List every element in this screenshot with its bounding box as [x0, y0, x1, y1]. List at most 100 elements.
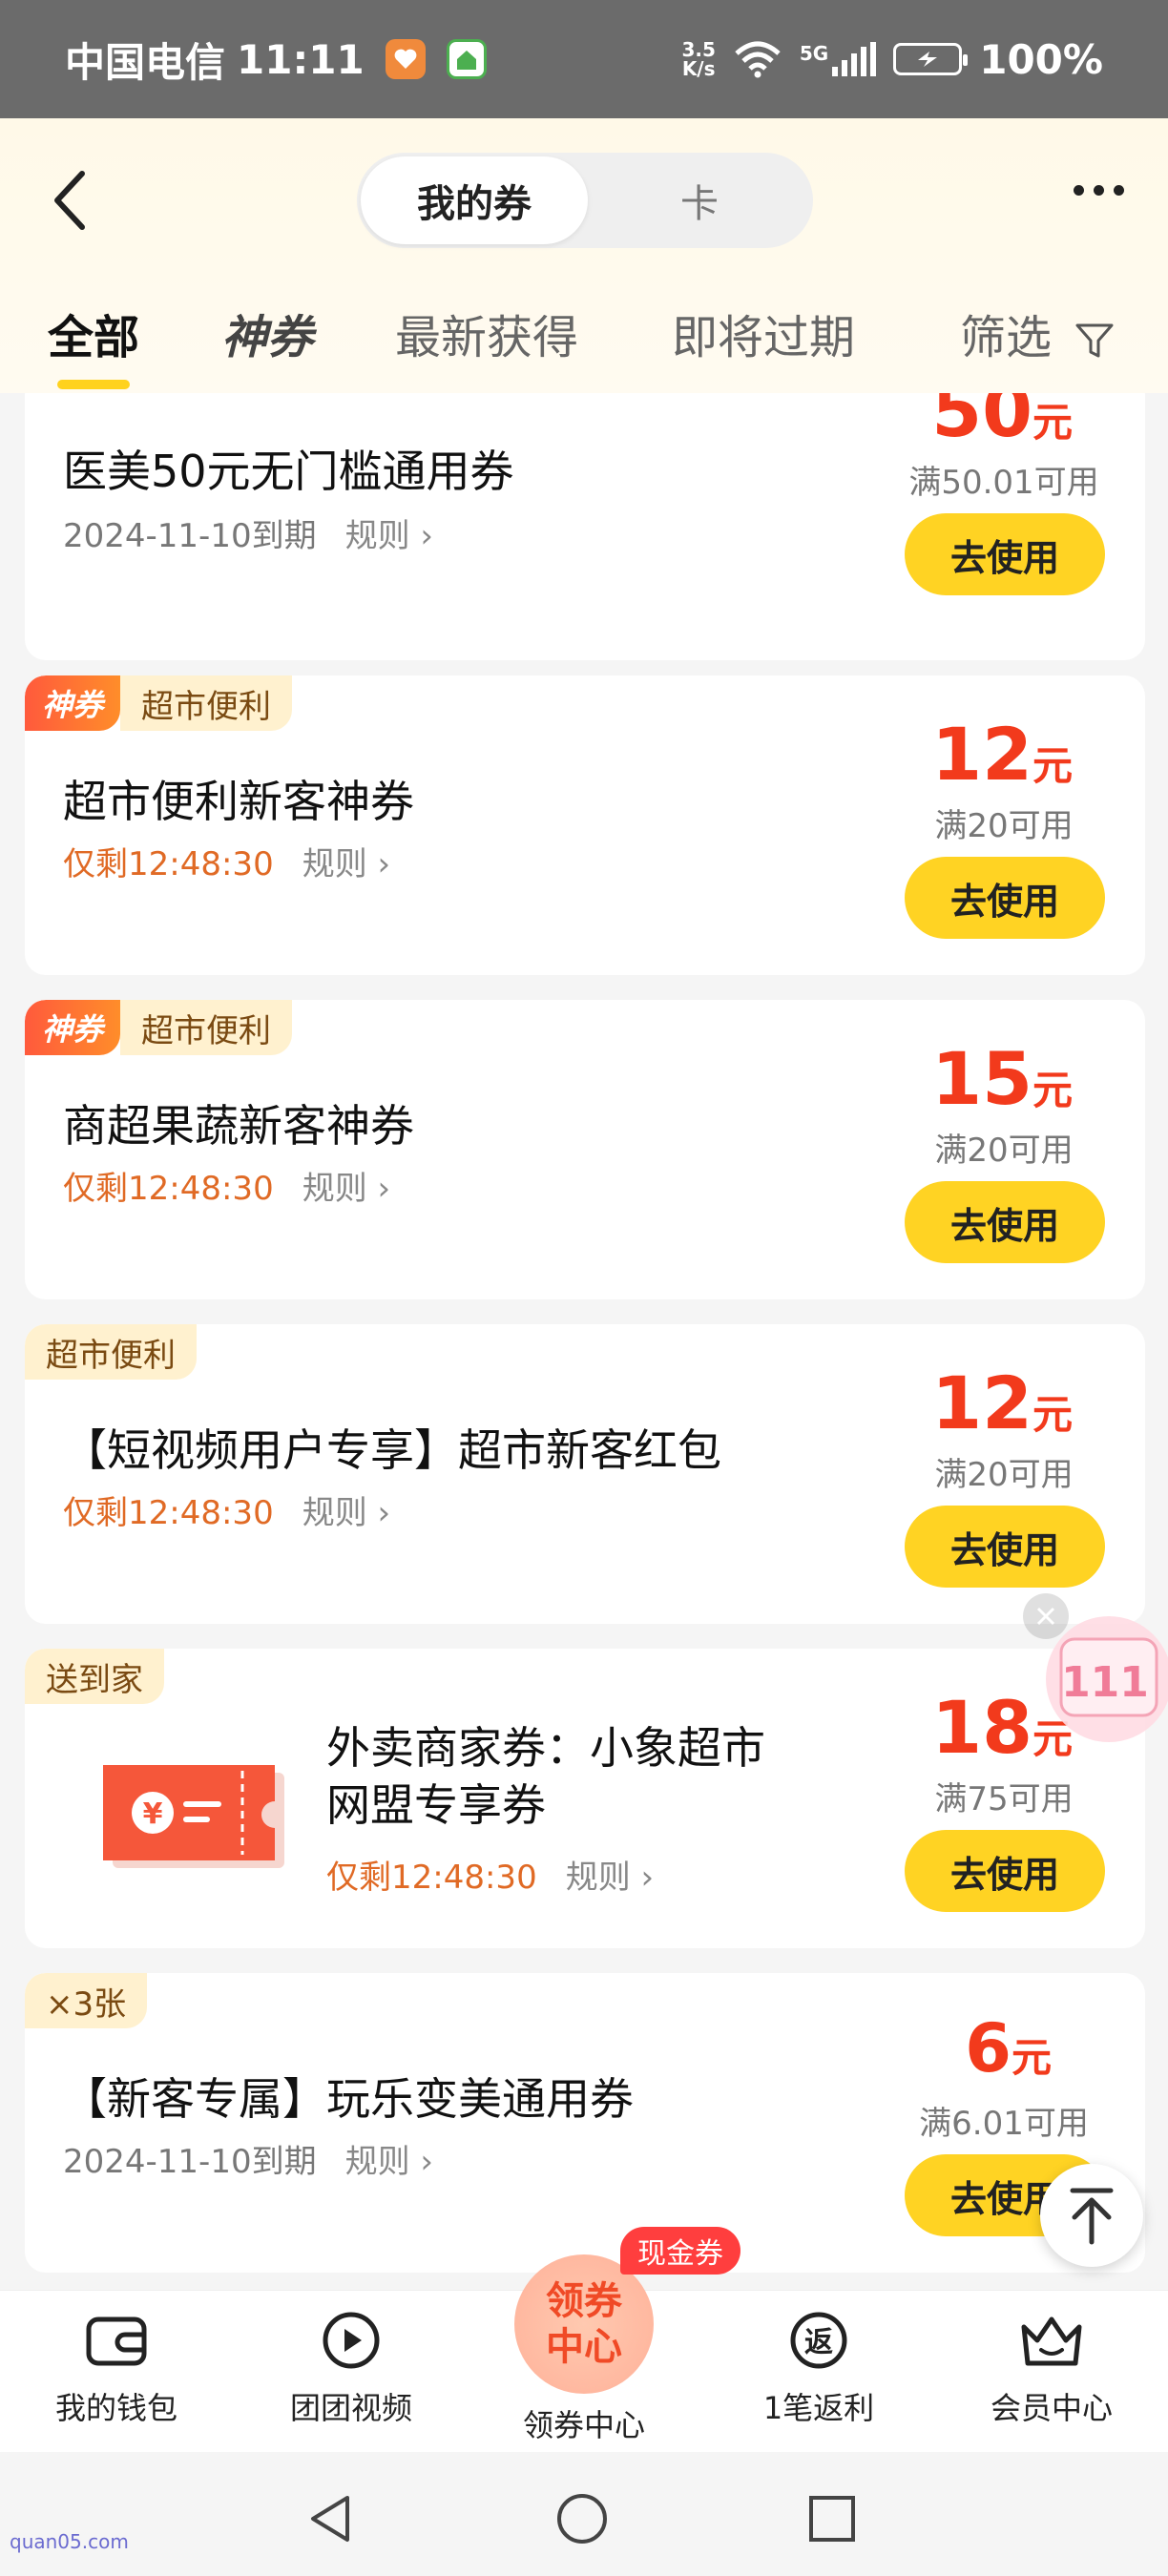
coupon-title: 外卖商家券：小象超市: [326, 1722, 765, 1774]
crown-icon: [1021, 2316, 1082, 2366]
coupon-condition: 满20可用: [934, 807, 1074, 845]
coupon-title: 超市便利新客神券: [63, 776, 414, 827]
coupon-card[interactable]: ×3张 【新客专属】玩乐变美通用券 2024-11-10到期 规则 › 6元 满…: [25, 1973, 1145, 2273]
notification-house-icon: [446, 39, 487, 79]
price-value: 15: [931, 1036, 1032, 1121]
nav-member[interactable]: 会员中心: [956, 2310, 1147, 2428]
coupon-condition: 满50.01可用: [908, 464, 1099, 502]
nav-label: 我的钱包: [54, 2390, 177, 2426]
coupon-price: 12元: [931, 1361, 1073, 1445]
coupon-price: 15元: [931, 1036, 1073, 1121]
system-home-icon[interactable]: [553, 2490, 611, 2547]
category-tag: 超市便利: [25, 1324, 197, 1380]
coupon-tags: 神券 超市便利: [25, 1000, 293, 1055]
rule-link[interactable]: 规则 ›: [345, 509, 433, 556]
battery-charging-icon: [893, 43, 969, 75]
coupon-tags: 送到家: [25, 1649, 164, 1704]
category-tag: 送到家: [25, 1649, 164, 1704]
takeout-ticket-icon: ¥: [103, 1765, 284, 1868]
more-options-icon[interactable]: [1074, 185, 1124, 196]
coupon-condition: 满20可用: [934, 1456, 1074, 1494]
coupon-card[interactable]: 医美50元无门槛通用券 2024-11-10到期 规则 › 50元 满50.01…: [25, 393, 1145, 660]
use-coupon-button[interactable]: 去使用: [905, 1181, 1105, 1263]
coupon-card[interactable]: 神券 超市便利 超市便利新客神券 仅剩12:48:30 规则 › 12元 满20…: [25, 675, 1145, 975]
status-right: 3.5 K/s 5G 100%: [681, 36, 1103, 83]
signal-bars-icon: [832, 42, 877, 76]
clock: 11:11: [237, 35, 365, 83]
coupon-title: 【短视频用户专享】超市新客红包: [63, 1424, 721, 1476]
segment-my-coupons[interactable]: 我的券: [361, 156, 588, 244]
nav-label: 会员中心: [990, 2390, 1113, 2426]
cell-signal: 5G: [799, 42, 877, 76]
price-unit: 元: [1032, 742, 1073, 789]
coupon-condition: 满20可用: [934, 1132, 1074, 1170]
nav-coupon-center[interactable]: 领券 中心 领券中心: [506, 2254, 662, 2445]
use-coupon-button[interactable]: 去使用: [905, 1506, 1105, 1588]
back-to-top-button[interactable]: [1040, 2164, 1143, 2267]
coupon-card[interactable]: 超市便利 【短视频用户专享】超市新客红包 仅剩12:48:30 规则 › 12元…: [25, 1324, 1145, 1624]
watermark: quan05.com: [10, 2530, 129, 2553]
tab-latest[interactable]: 最新获得: [395, 300, 578, 366]
tab-all[interactable]: 全部: [48, 300, 139, 389]
countdown-timer: 仅剩12:48:30: [63, 1494, 274, 1532]
use-coupon-button[interactable]: 去使用: [905, 857, 1105, 939]
coupon-tags: 神券 超市便利: [25, 675, 293, 731]
coupon-meta: 2024-11-10到期 规则 ›: [63, 509, 433, 556]
system-back-icon[interactable]: [303, 2490, 361, 2547]
coupon-condition: 满6.01可用: [919, 2105, 1089, 2143]
coupon-title: 【新客专属】玩乐变美通用券: [63, 2073, 634, 2125]
coupon-center-icon-line1: 领券: [546, 2279, 622, 2323]
nav-rebate[interactable]: 返 1笔返利: [723, 2310, 914, 2428]
tab-filter[interactable]: 筛选: [960, 300, 1116, 366]
coupon-card[interactable]: 神券 超市便利 商超果蔬新客神券 仅剩12:48:30 规则 › 15元 满20…: [25, 1000, 1145, 1299]
battery-level: 100%: [979, 35, 1103, 83]
nav-label: 团团视频: [289, 2390, 412, 2426]
coupon-center-icon-line2: 中心: [546, 2325, 622, 2369]
price-unit: 元: [1011, 2034, 1052, 2081]
rule-link[interactable]: 规则 ›: [302, 838, 390, 884]
coupon-price: 6元: [965, 2009, 1052, 2088]
rule-link[interactable]: 规则 ›: [345, 2135, 433, 2182]
tab-filter-label: 筛选: [960, 311, 1053, 364]
nav-video[interactable]: 团团视频: [256, 2310, 447, 2428]
arrow-up-icon: [1070, 2188, 1114, 2245]
category-tag: 超市便利: [120, 675, 293, 731]
rule-link[interactable]: 规则 ›: [302, 1486, 390, 1533]
tab-expiring[interactable]: 即将过期: [672, 300, 855, 366]
rule-label: 规则: [302, 845, 367, 883]
system-recents-icon[interactable]: [803, 2490, 861, 2547]
play-icon: [323, 2312, 380, 2369]
network-type: 5G: [799, 42, 829, 65]
back-arrow-icon: [54, 171, 85, 230]
coupon-card[interactable]: 送到家 ¥ 外卖商家券：小象超市 网盟专享券 仅剩12:48:30 规则 › 1…: [25, 1649, 1145, 1948]
coupon-list: 医美50元无门槛通用券 2024-11-10到期 规则 › 50元 满50.01…: [0, 393, 1168, 2290]
rule-label: 规则: [344, 517, 410, 555]
coupon-meta: 仅剩12:48:30 规则 ›: [63, 1486, 390, 1533]
status-left: 中国电信 11:11: [65, 31, 487, 89]
use-coupon-button[interactable]: 去使用: [905, 513, 1105, 595]
rule-link[interactable]: 规则 ›: [302, 1162, 390, 1209]
use-coupon-button[interactable]: 去使用: [905, 1830, 1105, 1912]
price-value: 6: [965, 2009, 1012, 2088]
segment-switch: 我的券 卡: [357, 153, 813, 248]
wifi-icon: [735, 41, 781, 78]
coupon-condition: 满75可用: [934, 1780, 1074, 1818]
countdown-timer: 仅剩12:48:30: [63, 845, 274, 883]
status-bar: 中国电信 11:11 3.5 K/s 5G 100%: [0, 0, 1168, 118]
price-unit: 元: [1032, 1067, 1073, 1113]
segment-cards[interactable]: 卡: [590, 156, 809, 244]
nav-label: 1笔返利: [762, 2390, 875, 2426]
tab-shen-coupon[interactable]: 神券: [221, 300, 313, 366]
price-value: 50: [931, 393, 1032, 453]
close-icon[interactable]: [1023, 1593, 1069, 1639]
back-button[interactable]: [48, 166, 105, 233]
nav-wallet[interactable]: 我的钱包: [21, 2310, 212, 2428]
coupon-title: 商超果蔬新客神券: [63, 1100, 414, 1152]
coupon-tags: ×3张: [25, 1973, 148, 2028]
rule-link[interactable]: 规则 ›: [566, 1851, 654, 1898]
system-nav-bar: [0, 2452, 1168, 2576]
coupon-price: 50元: [931, 393, 1073, 453]
price-unit: 元: [1032, 1391, 1073, 1438]
countdown-timer: 仅剩12:48:30: [326, 1859, 537, 1897]
filter-tabs: 全部 神券 最新获得 即将过期 筛选: [0, 290, 1168, 389]
